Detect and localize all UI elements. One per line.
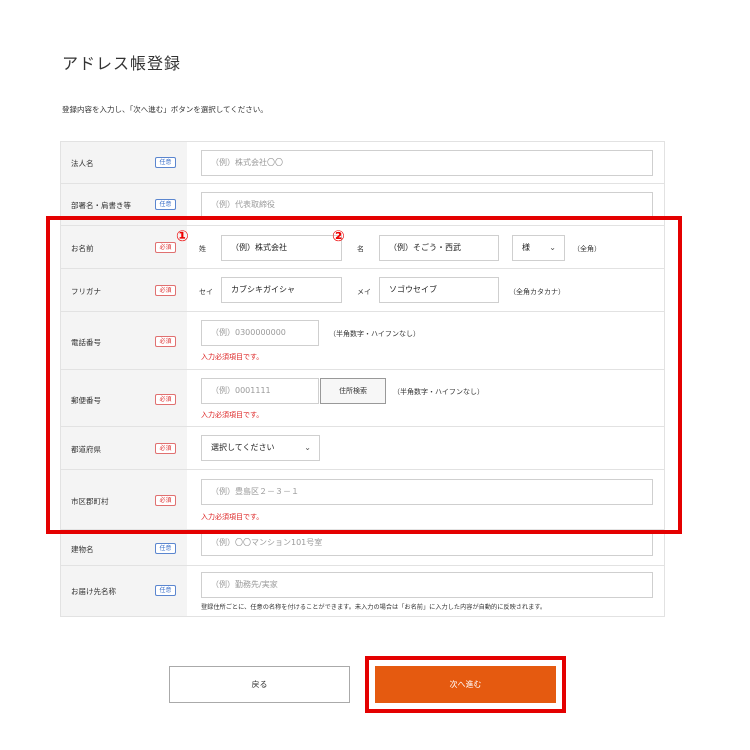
company-label: 法人名	[71, 159, 94, 168]
back-button[interactable]: 戻る	[169, 666, 350, 703]
delivery-name-input[interactable]: （例）勤務先/実家	[201, 572, 653, 598]
marker-2: ②	[332, 227, 345, 245]
instruction-text: 登録内容を入力し、「次へ進む」ボタンを選択してください。	[62, 105, 268, 114]
delivery-name-note: 登録住所ごとに、任意の名称を付けることができます。未入力の場合は「お名前」に入力…	[201, 604, 547, 611]
optional-badge: 任意	[155, 199, 176, 210]
row-company: 法人名 任意 （例）株式会社〇〇	[60, 142, 665, 184]
building-label: 建物名	[71, 545, 94, 554]
next-button[interactable]: 次へ進む	[375, 666, 556, 703]
department-label: 部署名・肩書き等	[71, 201, 131, 210]
optional-badge: 任意	[155, 585, 176, 596]
highlight-frame-required-fields	[46, 216, 682, 534]
optional-badge: 任意	[155, 157, 176, 168]
marker-1: ①	[176, 227, 189, 245]
department-input[interactable]: （例）代表取締役	[201, 192, 653, 218]
company-input[interactable]: （例）株式会社〇〇	[201, 150, 653, 176]
row-building: 建物名 任意 （例）〇〇マンション101号室	[60, 530, 665, 566]
page-title: アドレス帳登録	[62, 54, 182, 73]
optional-badge: 任意	[155, 543, 176, 554]
delivery-name-label: お届け先名称	[71, 587, 116, 596]
row-delivery-name: お届け先名称 任意 （例）勤務先/実家 登録住所ごとに、任意の名称を付けることが…	[60, 566, 665, 617]
